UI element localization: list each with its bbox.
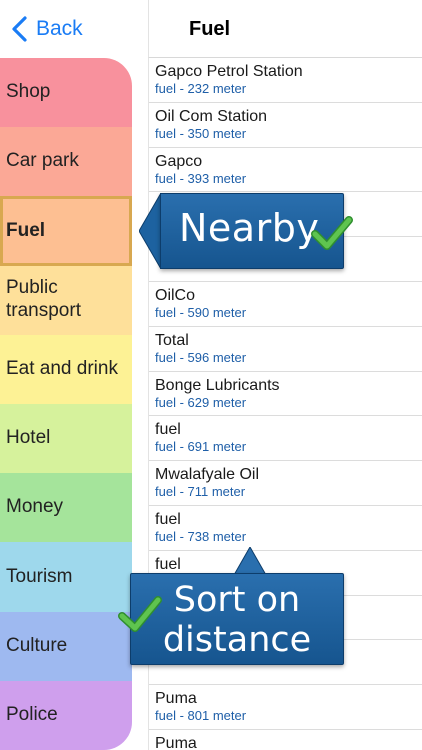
category-label: Fuel bbox=[6, 219, 46, 241]
category-label: Money bbox=[6, 496, 64, 518]
category-item[interactable]: Money bbox=[0, 473, 132, 543]
category-label: Culture bbox=[6, 634, 68, 656]
page-title: Fuel bbox=[189, 18, 231, 40]
station-name: fuel bbox=[155, 510, 181, 528]
station-name: fuel bbox=[155, 421, 181, 439]
list-item[interactable]: Gapco fuel - 393 meter bbox=[149, 148, 422, 193]
station-distance: fuel - 596 meter bbox=[155, 349, 247, 365]
chevron-left-icon bbox=[12, 16, 27, 42]
station-name: Mwalafyale Oil bbox=[155, 466, 260, 484]
category-label: Police bbox=[6, 703, 58, 725]
list-item[interactable]: fuel fuel - 691 meter bbox=[149, 416, 422, 462]
list-item[interactable]: Oil Com Station fuel - 350 meter bbox=[149, 103, 422, 148]
station-distance: fuel - 232 meter bbox=[155, 81, 247, 96]
callout-pointer bbox=[139, 193, 161, 269]
category-item[interactable]: Shop bbox=[0, 58, 132, 128]
nearby-callout-label: Nearby bbox=[179, 206, 320, 250]
station-name: Puma bbox=[155, 734, 197, 750]
list-item[interactable]: Puma bbox=[149, 730, 422, 750]
list-item[interactable]: Gapco Petrol Station fuel - 232 meter bbox=[149, 58, 422, 103]
station-distance: fuel - 590 meter bbox=[155, 304, 247, 320]
back-button[interactable]: Back bbox=[10, 14, 83, 44]
callout-pointer bbox=[234, 547, 266, 575]
station-distance: fuel - 801 meter bbox=[155, 708, 247, 724]
category-label: Hotel bbox=[6, 427, 51, 449]
station-name: Gapco bbox=[155, 152, 203, 170]
sort-callout-line1: Sort on bbox=[173, 580, 301, 620]
list-item[interactable]: fuel fuel - 738 meter bbox=[149, 506, 422, 551]
list-item[interactable]: Bonge Lubricants fuel - 629 meter bbox=[149, 372, 422, 417]
list-item[interactable]: Mwalafyale Oil fuel - 711 meter bbox=[149, 461, 422, 506]
station-name: OilCo bbox=[155, 286, 196, 304]
station-name: Total bbox=[155, 331, 189, 349]
category-label: Eat and drink bbox=[6, 357, 118, 379]
station-name: fuel bbox=[155, 555, 181, 573]
station-distance: fuel - 738 meter bbox=[155, 528, 247, 544]
checkmark-icon bbox=[311, 216, 353, 250]
station-distance: fuel - 393 meter bbox=[155, 170, 247, 186]
station-distance: fuel - 691 meter bbox=[155, 439, 247, 455]
category-sidebar: Shop Car park Fuel Public transport Eat and … bbox=[0, 58, 132, 750]
list-item[interactable]: Puma fuel - 801 meter bbox=[149, 685, 422, 730]
sort-callout-line2: distance bbox=[162, 620, 312, 660]
category-label: Public transport bbox=[6, 277, 81, 322]
category-item[interactable]: Hotel bbox=[0, 403, 132, 474]
station-name: Gapco Petrol Station bbox=[155, 63, 303, 80]
category-item[interactable]: Public transport bbox=[0, 265, 132, 335]
station-distance: fuel - 629 meter bbox=[155, 394, 247, 410]
list-item[interactable]: Total fuel - 596 meter bbox=[149, 327, 422, 372]
navigation-bar: Fuel bbox=[148, 0, 422, 58]
category-label: Car park bbox=[6, 150, 79, 172]
station-name: Bonge Lubricants bbox=[155, 376, 280, 394]
station-distance: fuel - 711 meter bbox=[155, 484, 246, 500]
category-label: Tourism bbox=[6, 565, 73, 587]
category-item[interactable]: Tourism bbox=[0, 542, 132, 612]
category-item[interactable]: Fuel bbox=[0, 196, 132, 266]
checkmark-icon bbox=[118, 596, 162, 632]
category-item[interactable]: Culture bbox=[0, 611, 132, 681]
station-name: Puma bbox=[155, 690, 197, 708]
back-label: Back bbox=[36, 17, 83, 40]
nearby-callout: Nearby bbox=[160, 193, 353, 269]
category-label: Shop bbox=[6, 81, 51, 103]
category-item[interactable]: Car park bbox=[0, 127, 132, 197]
back-bar: Back bbox=[0, 0, 148, 58]
sort-callout: Sort on distance bbox=[130, 573, 344, 665]
station-distance: fuel - 350 meter bbox=[155, 125, 247, 141]
category-item[interactable]: Police bbox=[0, 680, 132, 750]
station-name: Oil Com Station bbox=[155, 107, 268, 125]
category-item[interactable]: Eat and drink bbox=[0, 334, 132, 404]
list-item[interactable]: OilCo fuel - 590 meter bbox=[149, 282, 422, 327]
